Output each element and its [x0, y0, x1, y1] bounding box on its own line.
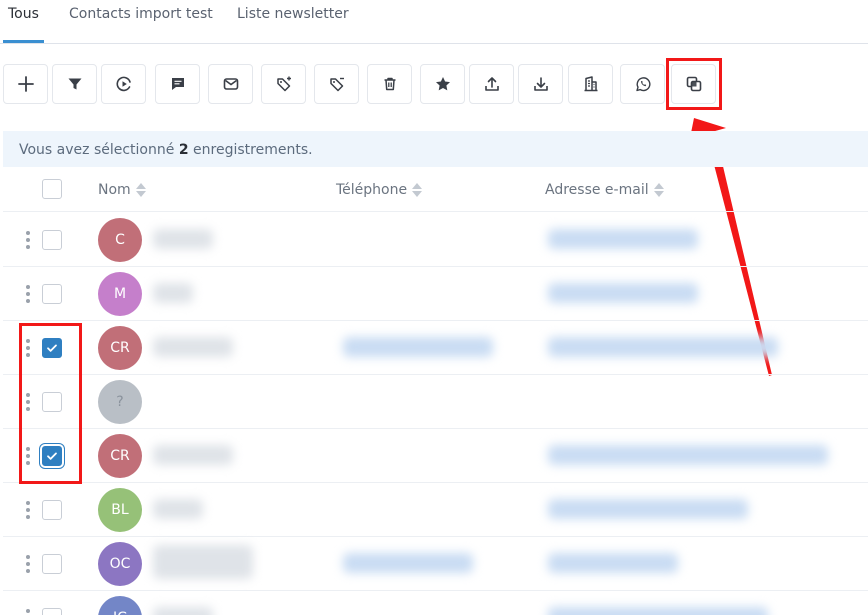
- tab-contacts-import-test[interactable]: Contacts import test: [69, 6, 213, 22]
- avatar: C: [98, 218, 142, 262]
- row-checkbox[interactable]: [42, 554, 62, 574]
- avatar: BL: [98, 488, 142, 532]
- trash-icon: [384, 77, 395, 91]
- avatar: M: [98, 272, 142, 316]
- tab-tous[interactable]: Tous: [8, 6, 39, 22]
- selection-banner: Vous avez sélectionné 2 enregistrements.: [3, 131, 868, 167]
- whatsapp-button[interactable]: [620, 64, 665, 104]
- redacted-content: [548, 283, 698, 303]
- table-row[interactable]: M: [3, 267, 868, 321]
- drag-handle-icon[interactable]: [26, 555, 30, 573]
- redacted-content: [153, 337, 233, 357]
- row-checkbox[interactable]: [42, 284, 62, 304]
- star-icon: [435, 77, 450, 91]
- automation-button[interactable]: [101, 64, 146, 104]
- redacted-content: [548, 499, 748, 519]
- export-button[interactable]: [469, 64, 514, 104]
- envelope-icon: [223, 78, 238, 90]
- email-button[interactable]: [208, 64, 253, 104]
- filter-icon: [68, 78, 81, 90]
- row-checkbox[interactable]: [42, 608, 62, 615]
- remove-tag-button[interactable]: [314, 64, 359, 104]
- table-row[interactable]: OC: [3, 537, 868, 591]
- merge-button-highlight: [666, 58, 722, 110]
- redacted-content: [343, 553, 473, 573]
- avatar: CR: [98, 326, 142, 370]
- message-icon: [171, 78, 184, 90]
- column-header-nom-label: Nom: [98, 182, 131, 198]
- sort-icon: [653, 183, 664, 197]
- redacted-content: [548, 445, 828, 465]
- active-tab-indicator: [3, 40, 44, 43]
- add-tag-button[interactable]: [261, 64, 306, 104]
- redacted-content: [548, 229, 698, 249]
- avatar: ?: [98, 380, 142, 424]
- table-row[interactable]: CR: [3, 321, 868, 375]
- redacted-content: [153, 545, 253, 579]
- drag-handle-icon[interactable]: [26, 609, 30, 615]
- column-header-email[interactable]: Adresse e-mail: [545, 182, 664, 198]
- sort-icon: [135, 183, 146, 197]
- column-header-telephone-label: Téléphone: [336, 182, 408, 198]
- delete-button[interactable]: [367, 64, 412, 104]
- avatar: JC: [98, 596, 142, 615]
- drag-handle-icon[interactable]: [26, 231, 30, 249]
- building-icon: [584, 76, 597, 92]
- tab-bar: Tous Contacts import test Liste newslett…: [0, 0, 868, 44]
- sms-button[interactable]: [155, 64, 200, 104]
- redacted-content: [548, 553, 678, 573]
- redacted-content: [153, 445, 233, 465]
- table-row[interactable]: JC: [3, 591, 868, 615]
- redacted-content: [548, 337, 778, 357]
- play-circle-icon: [116, 76, 131, 92]
- table-row[interactable]: C: [3, 213, 868, 267]
- select-all-checkbox[interactable]: [42, 179, 62, 199]
- company-button[interactable]: [568, 64, 613, 104]
- tag-plus-icon: [276, 76, 291, 92]
- avatar: OC: [98, 542, 142, 586]
- tag-minus-icon: [329, 77, 344, 92]
- drag-handle-icon[interactable]: [26, 285, 30, 303]
- selected-rows-highlight: [19, 323, 82, 484]
- upload-icon: [484, 77, 499, 91]
- table-row[interactable]: BL: [3, 483, 868, 537]
- selection-banner-suffix: enregistrements.: [193, 142, 313, 158]
- redacted-content: [153, 229, 213, 249]
- column-header-nom[interactable]: Nom: [98, 182, 146, 198]
- selection-count: 2: [178, 142, 189, 158]
- redacted-content: [548, 607, 768, 615]
- selection-banner-prefix: Vous avez sélectionné: [19, 142, 175, 158]
- row-checkbox[interactable]: [42, 500, 62, 520]
- avatar: CR: [98, 434, 142, 478]
- column-header-telephone[interactable]: Téléphone: [336, 182, 423, 198]
- plus-icon: [17, 76, 34, 92]
- whatsapp-icon: [635, 77, 650, 92]
- redacted-content: [153, 607, 213, 615]
- drag-handle-icon[interactable]: [26, 501, 30, 519]
- redacted-content: [343, 337, 493, 357]
- filter-button[interactable]: [52, 64, 97, 104]
- download-icon: [533, 77, 548, 91]
- column-header-email-label: Adresse e-mail: [545, 182, 649, 198]
- row-checkbox[interactable]: [42, 230, 62, 250]
- redacted-content: [153, 499, 203, 519]
- favorite-button[interactable]: [420, 64, 465, 104]
- add-button[interactable]: [3, 64, 48, 104]
- tab-liste-newsletter[interactable]: Liste newsletter: [237, 6, 349, 22]
- table-row[interactable]: CR: [3, 429, 868, 483]
- redacted-content: [153, 283, 193, 303]
- sort-icon: [412, 183, 423, 197]
- table-header: Nom Téléphone Adresse e-mail: [3, 168, 868, 212]
- table-row[interactable]: ?: [3, 375, 868, 429]
- import-button[interactable]: [518, 64, 563, 104]
